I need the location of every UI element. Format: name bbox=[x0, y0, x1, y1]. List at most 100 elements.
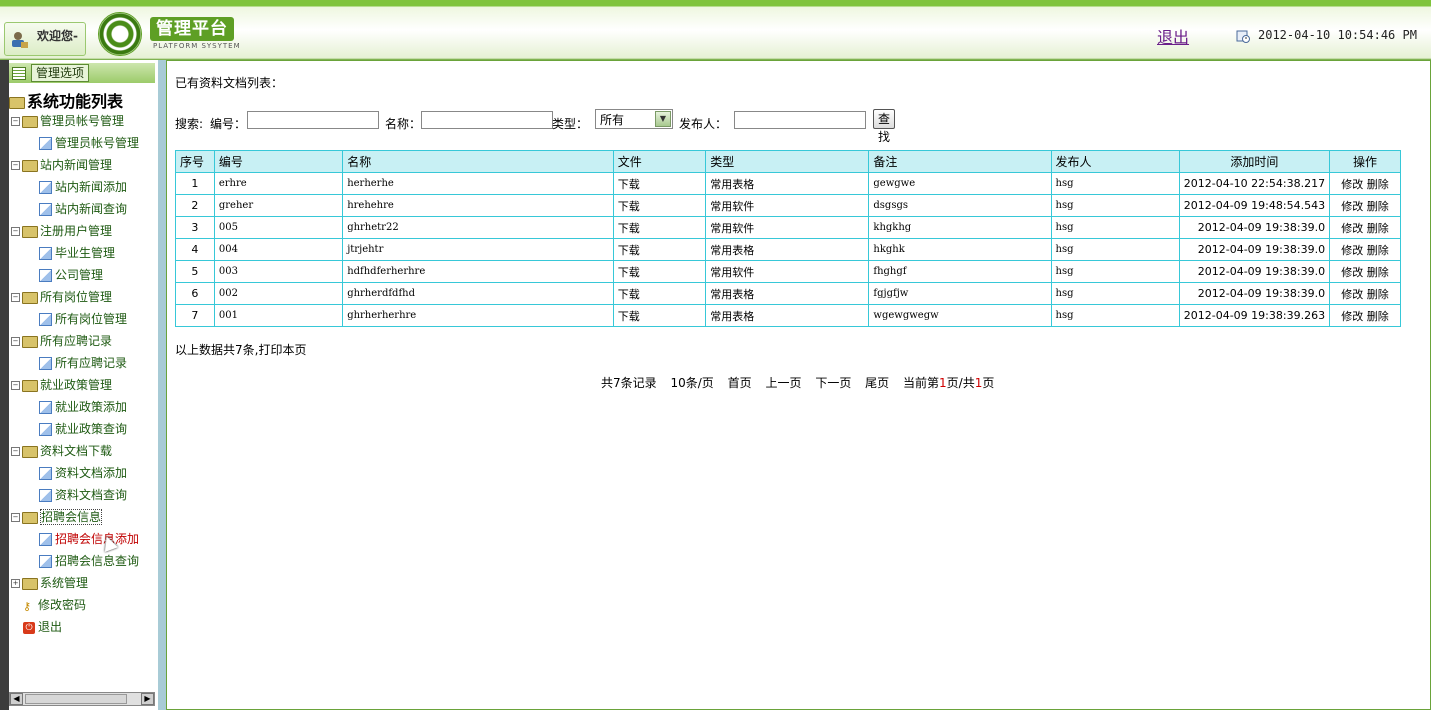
edit-page-icon bbox=[39, 555, 52, 568]
delete-link[interactable]: 删除 bbox=[1367, 244, 1389, 257]
delete-link[interactable]: 删除 bbox=[1367, 288, 1389, 301]
sidebar-horizontal-scrollbar[interactable]: ◀ ▶ bbox=[9, 692, 155, 706]
pager-prev-link[interactable]: 上一页 bbox=[765, 376, 801, 390]
cell-code: 002 bbox=[213, 282, 344, 305]
delete-link[interactable]: 删除 bbox=[1367, 310, 1389, 323]
collapse-icon[interactable]: − bbox=[11, 337, 20, 346]
tree-group-label: 管理员帐号管理 bbox=[40, 114, 125, 128]
edit-link[interactable]: 修改 bbox=[1341, 222, 1363, 235]
tree-group-admin-accounts[interactable]: − 管理员帐号管理 bbox=[11, 112, 124, 129]
download-link[interactable]: 下载 bbox=[612, 216, 707, 239]
edit-page-icon bbox=[39, 423, 52, 436]
code-input[interactable] bbox=[247, 111, 379, 129]
tree-item-documents-add[interactable]: 资料文档添加 bbox=[39, 464, 127, 481]
download-link[interactable]: 下载 bbox=[612, 282, 707, 305]
cell-actions: 修改 删除 bbox=[1329, 194, 1401, 217]
cell-actions: 修改 删除 bbox=[1329, 172, 1401, 195]
tree-item-label: 就业政策添加 bbox=[55, 400, 128, 414]
folder-open-icon bbox=[22, 115, 38, 128]
tree-item-policy-add[interactable]: 就业政策添加 bbox=[39, 398, 127, 415]
edit-link[interactable]: 修改 bbox=[1341, 266, 1363, 279]
pager-next-link[interactable]: 下一页 bbox=[815, 376, 851, 390]
tree-group-documents[interactable]: − 资料文档下载 bbox=[11, 442, 112, 459]
edit-link[interactable]: 修改 bbox=[1341, 244, 1363, 257]
tree-item-exit[interactable]: ⏻ 退出 bbox=[23, 618, 62, 635]
tree-item-admin-accounts[interactable]: 管理员帐号管理 bbox=[39, 134, 139, 151]
edit-link[interactable]: 修改 bbox=[1341, 288, 1363, 301]
collapse-icon[interactable]: − bbox=[11, 293, 20, 302]
scroll-left-icon[interactable]: ◀ bbox=[10, 693, 23, 705]
collapse-icon[interactable]: − bbox=[11, 513, 20, 522]
cell-time: 2012-04-10 22:54:38.217 bbox=[1178, 172, 1331, 195]
edit-link[interactable]: 修改 bbox=[1341, 178, 1363, 191]
tree-group-registered-users[interactable]: − 注册用户管理 bbox=[11, 222, 112, 239]
type-select[interactable]: 所有 ▼ bbox=[595, 109, 673, 129]
download-link[interactable]: 下载 bbox=[612, 304, 707, 327]
scroll-right-icon[interactable]: ▶ bbox=[141, 693, 154, 705]
tree-item-applications[interactable]: 所有应聘记录 bbox=[39, 354, 127, 371]
download-link[interactable]: 下载 bbox=[612, 238, 707, 261]
publisher-input[interactable] bbox=[734, 111, 866, 129]
collapse-icon[interactable]: − bbox=[11, 447, 20, 456]
expand-icon[interactable]: + bbox=[11, 579, 20, 588]
pager-last-link[interactable]: 尾页 bbox=[865, 376, 889, 390]
tree-item-news-add[interactable]: 站内新闻添加 bbox=[39, 178, 127, 195]
table-header-row: 序号 编号 名称 文件 类型 备注 发布人 添加时间 操作 bbox=[175, 150, 1401, 173]
page-title: 已有资料文档列表： bbox=[175, 76, 284, 90]
cell-no: 1 bbox=[175, 172, 215, 195]
pager-first-link[interactable]: 首页 bbox=[728, 376, 752, 390]
sidebar-splitter[interactable] bbox=[158, 60, 166, 710]
tree-item-documents-query[interactable]: 资料文档查询 bbox=[39, 486, 127, 503]
manage-options-button[interactable]: 管理选项 bbox=[31, 64, 90, 82]
tree-item-graduates[interactable]: 毕业生管理 bbox=[39, 244, 115, 261]
logout-link[interactable]: 退出 bbox=[1157, 24, 1189, 48]
col-header-actions: 操作 bbox=[1329, 150, 1401, 173]
pager-per-page: 10条/页 bbox=[670, 376, 714, 390]
pager-current-mid: 页/共 bbox=[946, 376, 975, 390]
collapse-icon[interactable]: − bbox=[11, 381, 20, 390]
tree-item-all-positions[interactable]: 所有岗位管理 bbox=[39, 310, 127, 327]
tree-group-system[interactable]: + 系统管理 bbox=[11, 574, 88, 591]
download-link[interactable]: 下载 bbox=[612, 172, 707, 195]
collapse-icon[interactable]: − bbox=[11, 161, 20, 170]
tree-item-job-fair-query[interactable]: 招聘会信息查询 bbox=[39, 552, 139, 569]
tree-item-job-fair-add[interactable]: 招聘会信息添加 bbox=[39, 530, 139, 547]
tree-item-label: 退出 bbox=[38, 620, 63, 634]
edit-link[interactable]: 修改 bbox=[1341, 310, 1363, 323]
tree-item-change-password[interactable]: ⚷ 修改密码 bbox=[23, 596, 86, 613]
tree-group-site-news[interactable]: − 站内新闻管理 bbox=[11, 156, 112, 173]
tree-group-label: 资料文档下载 bbox=[40, 444, 113, 458]
code-label: 编号： bbox=[210, 117, 247, 131]
tree-group-label: 站内新闻管理 bbox=[40, 158, 113, 172]
tree-item-companies[interactable]: 公司管理 bbox=[39, 266, 103, 283]
tree-group-label: 系统管理 bbox=[40, 576, 89, 590]
collapse-icon[interactable]: − bbox=[11, 227, 20, 236]
cell-time: 2012-04-09 19:48:54.543 bbox=[1178, 194, 1331, 217]
folder-open-icon bbox=[22, 511, 38, 524]
delete-link[interactable]: 删除 bbox=[1367, 266, 1389, 279]
delete-link[interactable]: 删除 bbox=[1367, 178, 1389, 191]
delete-link[interactable]: 删除 bbox=[1367, 222, 1389, 235]
tree-item-policy-query[interactable]: 就业政策查询 bbox=[39, 420, 127, 437]
name-input[interactable] bbox=[421, 111, 553, 129]
find-button[interactable]: 查找 bbox=[873, 109, 896, 144]
chevron-down-icon[interactable]: ▼ bbox=[655, 111, 671, 127]
cell-no: 7 bbox=[175, 304, 215, 327]
download-link[interactable]: 下载 bbox=[612, 260, 707, 283]
pagination: 共7条记录 10条/页 首页 上一页 下一页 尾页 当前第1页/共1页 bbox=[601, 374, 994, 391]
tree-group-all-positions[interactable]: − 所有岗位管理 bbox=[11, 288, 112, 305]
tree-group-applications[interactable]: − 所有应聘记录 bbox=[11, 332, 112, 349]
tree-group-job-fairs[interactable]: − 招聘会信息 bbox=[11, 508, 103, 525]
cell-publisher: hsg bbox=[1050, 282, 1180, 305]
cell-name: ghrhetr22 bbox=[342, 216, 614, 239]
download-link[interactable]: 下载 bbox=[612, 194, 707, 217]
delete-link[interactable]: 删除 bbox=[1367, 200, 1389, 213]
collapse-icon[interactable]: − bbox=[11, 117, 20, 126]
type-select-value: 所有 bbox=[600, 113, 625, 127]
scrollbar-thumb[interactable] bbox=[25, 694, 127, 704]
tree-item-label: 站内新闻查询 bbox=[55, 202, 128, 216]
tree-item-news-query[interactable]: 站内新闻查询 bbox=[39, 200, 127, 217]
tree-group-employment-policy[interactable]: − 就业政策管理 bbox=[11, 376, 112, 393]
edit-link[interactable]: 修改 bbox=[1341, 200, 1363, 213]
cell-time: 2012-04-09 19:38:39.263 bbox=[1178, 304, 1331, 327]
